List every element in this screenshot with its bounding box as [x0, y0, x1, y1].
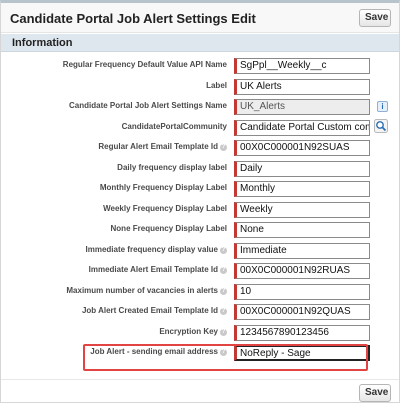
field-label: Maximum number of vacancies in alerts?: [66, 285, 227, 295]
info-icon[interactable]: i: [377, 101, 388, 112]
form-fields: Regular Frequency Default Value API Name…: [1, 57, 399, 365]
save-button-top[interactable]: Save: [359, 9, 391, 27]
encryption-key-input[interactable]: 1234567890123456: [234, 324, 370, 341]
section-header-information: Information: [1, 34, 399, 52]
field-label: Candidate Portal Job Alert Settings Name: [69, 101, 227, 110]
field-label: Daily frequency display label: [117, 162, 227, 172]
field-label: Job Alert - sending email address?: [90, 347, 227, 356]
form-row: Job Alert Created Email Template Id? 00X…: [1, 303, 399, 324]
label-input[interactable]: UK Alerts: [234, 78, 370, 95]
help-icon[interactable]: ?: [220, 144, 227, 151]
regular-frequency-api-name-input[interactable]: SgPpl__Weekly__c: [234, 58, 370, 74]
field-label: Label: [206, 80, 227, 90]
field-label: CandidatePortalCommunity: [121, 121, 227, 131]
max-vacancies-input[interactable]: 10: [234, 283, 370, 300]
community-lookup-input[interactable]: Candidate Portal Custom com: [234, 119, 370, 136]
field-label: Immediate frequency display value?: [85, 244, 227, 254]
help-icon[interactable]: ?: [220, 308, 227, 315]
form-row: Weekly Frequency Display Label Weekly: [1, 201, 399, 222]
help-icon[interactable]: ?: [220, 267, 227, 274]
help-icon[interactable]: ?: [220, 287, 227, 295]
form-row: Candidate Portal Job Alert Settings Name…: [1, 98, 399, 119]
form-row: Regular Alert Email Template Id? 00X0C00…: [1, 139, 399, 160]
immediate-label-input[interactable]: Immediate: [234, 242, 370, 259]
page-title: Candidate Portal Job Alert Settings Edit: [10, 11, 256, 26]
form-row: Encryption Key? 1234567890123456: [1, 324, 399, 345]
form-row: Immediate Alert Email Template Id? 00X0C…: [1, 262, 399, 283]
form-row: CandidatePortalCommunity Candidate Porta…: [1, 118, 399, 140]
save-button-bottom[interactable]: Save: [359, 384, 391, 402]
form-row: Maximum number of vacancies in alerts? 1…: [1, 283, 399, 304]
immediate-alert-template-input[interactable]: 00X0C000001N92RUAS: [234, 263, 370, 279]
form-row: None Frequency Display Label None: [1, 221, 399, 242]
job-alert-created-template-input[interactable]: 00X0C000001N92QUAS: [234, 304, 370, 320]
daily-label-input[interactable]: Daily: [234, 160, 370, 177]
help-icon[interactable]: ?: [220, 328, 227, 336]
form-row: Daily frequency display label Daily: [1, 160, 399, 181]
page-header: Candidate Portal Job Alert Settings Edit…: [1, 3, 399, 33]
magnifier-lookup-icon[interactable]: [374, 118, 388, 133]
help-icon[interactable]: ?: [220, 349, 227, 356]
field-label: Monthly Frequency Display Label: [99, 183, 227, 192]
sending-email-address-input[interactable]: NoReply - Sage: [234, 345, 370, 361]
field-label: Regular Alert Email Template Id?: [98, 142, 227, 151]
field-label: None Frequency Display Label: [110, 224, 227, 233]
none-label-input[interactable]: None: [234, 222, 370, 238]
footer-divider: [1, 379, 399, 380]
section-title: Information: [12, 37, 73, 49]
form-row: Immediate frequency display value? Immed…: [1, 242, 399, 263]
form-row: Monthly Frequency Display Label Monthly: [1, 180, 399, 201]
form-row: Job Alert - sending email address? NoRep…: [1, 344, 399, 365]
field-label: Encryption Key?: [159, 326, 227, 336]
field-label: Job Alert Created Email Template Id?: [81, 306, 227, 315]
field-label: Regular Frequency Default Value API Name: [62, 60, 227, 69]
weekly-label-input[interactable]: Weekly: [234, 201, 370, 218]
regular-alert-template-input[interactable]: 00X0C000001N92SUAS: [234, 140, 370, 156]
form-row: Regular Frequency Default Value API Name…: [1, 57, 399, 78]
help-icon[interactable]: ?: [220, 246, 227, 254]
monthly-label-input[interactable]: Monthly: [234, 181, 370, 197]
settings-name-input[interactable]: UK_Alerts: [234, 99, 370, 115]
field-label: Immediate Alert Email Template Id?: [88, 265, 227, 274]
edit-page: Candidate Portal Job Alert Settings Edit…: [0, 0, 400, 403]
field-label: Weekly Frequency Display Label: [103, 203, 227, 213]
form-row: Label UK Alerts: [1, 78, 399, 99]
